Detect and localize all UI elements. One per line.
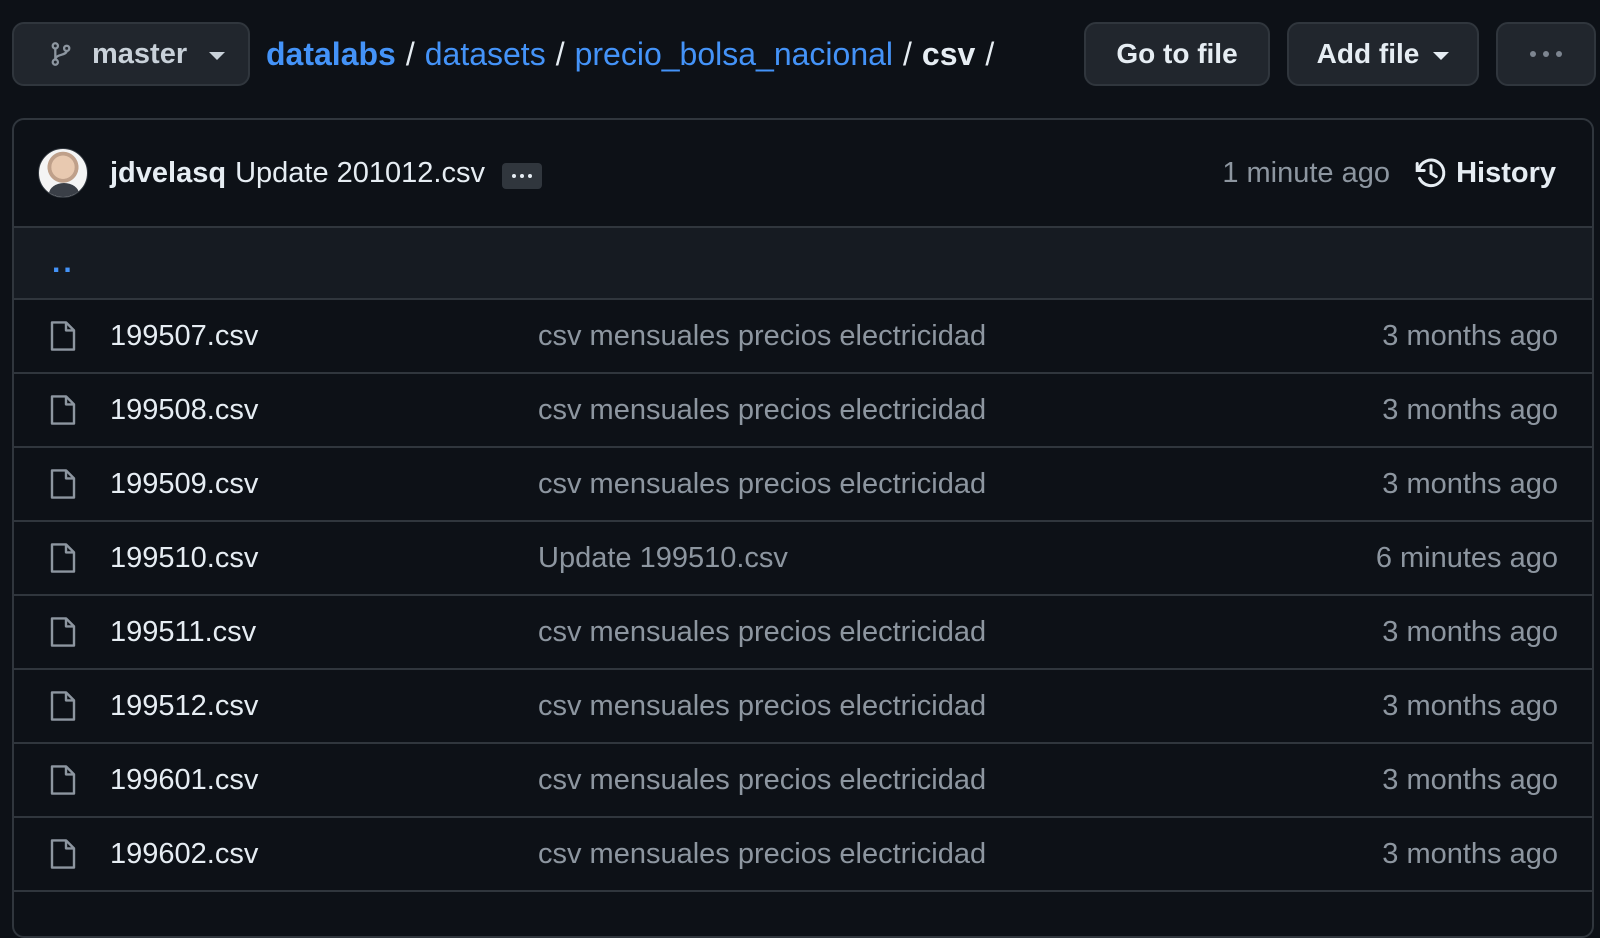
ellipsis-icon	[511, 174, 532, 178]
file-commit-age: 3 months ago	[1382, 467, 1558, 500]
file-commit-age: 3 months ago	[1382, 763, 1558, 796]
commit-author-link[interactable]: jdvelasq	[110, 157, 226, 190]
go-to-file-label: Go to file	[1116, 38, 1238, 69]
branch-name: master	[92, 37, 188, 70]
breadcrumb-precio-bolsa-link[interactable]: precio_bolsa_nacional	[575, 36, 893, 73]
file-commit-message-link[interactable]: csv mensuales precios electricidad	[538, 690, 986, 723]
file-icon	[50, 691, 76, 721]
file-commit-age: 3 months ago	[1382, 837, 1558, 870]
file-icon	[50, 617, 76, 647]
file-name-link[interactable]: 199508.csv	[110, 394, 258, 427]
parent-directory-link[interactable]: ..	[52, 246, 75, 280]
file-row[interactable]: 199507.csv csv mensuales precios electri…	[14, 300, 1592, 374]
more-options-button[interactable]	[1496, 22, 1596, 86]
file-browser: jdvelasq Update 201012.csv 1 minute ago …	[12, 118, 1594, 938]
file-commit-message-link[interactable]: csv mensuales precios electricidad	[538, 764, 986, 797]
file-row[interactable]: 199509.csv csv mensuales precios electri…	[14, 448, 1592, 522]
file-commit-message-link[interactable]: csv mensuales precios electricidad	[538, 394, 986, 427]
file-row[interactable]: 199601.csv csv mensuales precios electri…	[14, 744, 1592, 818]
file-row[interactable]: 199508.csv csv mensuales precios electri…	[14, 374, 1592, 448]
go-to-file-button[interactable]: Go to file	[1084, 22, 1270, 86]
file-row[interactable]: 199512.csv csv mensuales precios electri…	[14, 670, 1592, 744]
breadcrumb-separator: /	[555, 35, 565, 72]
file-row[interactable]: 199510.csv Update 199510.csv 6 minutes a…	[14, 522, 1592, 596]
file-name-link[interactable]: 199509.csv	[110, 468, 258, 501]
file-commit-message-link[interactable]: csv mensuales precios electricidad	[538, 468, 986, 501]
file-icon	[50, 395, 76, 425]
file-commit-age: 3 months ago	[1382, 393, 1558, 426]
file-icon	[50, 321, 76, 351]
file-commit-message-link[interactable]: Update 199510.csv	[538, 542, 788, 575]
file-list: 199507.csv csv mensuales precios electri…	[14, 300, 1592, 892]
file-commit-age: 3 months ago	[1382, 615, 1558, 648]
parent-directory-row[interactable]: ..	[14, 228, 1592, 300]
breadcrumb-current: csv	[921, 35, 976, 72]
file-commit-age: 3 months ago	[1382, 319, 1558, 352]
breadcrumb-separator: /	[405, 35, 415, 72]
file-icon	[50, 469, 76, 499]
file-commit-age: 6 minutes ago	[1375, 541, 1558, 574]
avatar[interactable]	[38, 148, 88, 198]
chevron-down-icon	[209, 52, 226, 60]
file-name-link[interactable]: 199512.csv	[110, 690, 258, 723]
file-name-link[interactable]: 199511.csv	[110, 616, 256, 649]
chevron-down-icon	[1433, 52, 1450, 60]
file-icon	[50, 765, 76, 795]
history-label: History	[1456, 156, 1556, 189]
breadcrumb-separator: /	[985, 35, 995, 72]
file-commit-age: 3 months ago	[1382, 689, 1558, 722]
file-name-link[interactable]: 199510.csv	[110, 542, 258, 575]
breadcrumb: datalabs / datasets / precio_bolsa_nacio…	[266, 36, 1004, 73]
file-name-link[interactable]: 199601.csv	[110, 764, 258, 797]
repo-toolbar: master datalabs / datasets / precio_bols…	[12, 22, 1596, 86]
git-branch-icon	[51, 42, 71, 66]
file-name-link[interactable]: 199507.csv	[110, 320, 258, 353]
branch-selector-button[interactable]: master	[12, 22, 250, 86]
file-icon	[50, 543, 76, 573]
add-file-label: Add file	[1316, 38, 1420, 69]
breadcrumb-separator: /	[903, 35, 912, 72]
breadcrumb-datasets-link[interactable]: datasets	[425, 36, 546, 73]
file-row[interactable]: 199602.csv csv mensuales precios electri…	[14, 818, 1592, 892]
file-commit-message-link[interactable]: csv mensuales precios electricidad	[538, 838, 986, 871]
file-icon	[50, 839, 76, 869]
add-file-button[interactable]: Add file	[1287, 22, 1479, 86]
history-button[interactable]: History	[1414, 156, 1556, 190]
latest-commit-bar: jdvelasq Update 201012.csv 1 minute ago …	[14, 120, 1592, 228]
file-commit-message-link[interactable]: csv mensuales precios electricidad	[538, 616, 986, 649]
commit-message-link[interactable]: Update 201012.csv	[235, 157, 485, 190]
breadcrumb-repo-link[interactable]: datalabs	[266, 36, 396, 73]
kebab-horizontal-icon	[1530, 51, 1562, 57]
commit-time: 1 minute ago	[1222, 156, 1390, 189]
file-name-link[interactable]: 199602.csv	[110, 838, 258, 871]
history-clock-icon	[1415, 158, 1446, 188]
file-row[interactable]: 199511.csv csv mensuales precios electri…	[14, 596, 1592, 670]
file-commit-message-link[interactable]: csv mensuales precios electricidad	[538, 320, 986, 353]
expand-commit-message-button[interactable]	[501, 163, 542, 189]
